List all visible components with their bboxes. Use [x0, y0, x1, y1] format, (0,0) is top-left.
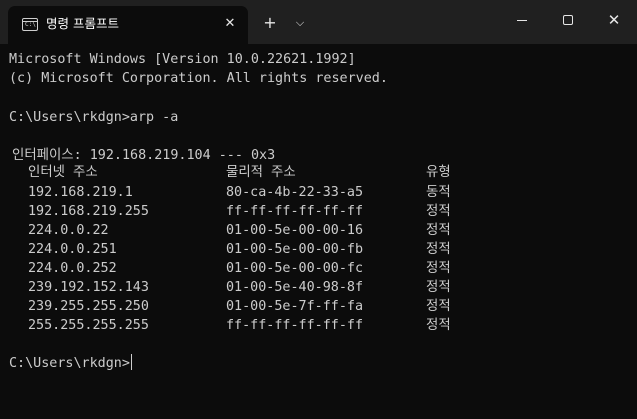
close-icon[interactable]: ✕ [221, 15, 239, 33]
row-type: 정적 [426, 280, 451, 295]
maximize-icon [563, 15, 573, 25]
row-ip: 239.192.152.143 [28, 280, 149, 295]
chevron-down-icon[interactable]: ⌵ [292, 14, 308, 32]
copyright-line: (c) Microsoft Corporation. All rights re… [9, 71, 388, 86]
minimize-button[interactable] [499, 0, 545, 40]
terminal-output[interactable]: Microsoft Windows [Version 10.0.22621.19… [0, 44, 637, 419]
row-mac: 01-00-5e-7f-ff-fa [226, 299, 364, 314]
column-header-mac: 물리적 주소 [226, 165, 296, 180]
column-header-ip: 인터넷 주소 [28, 165, 98, 180]
row-type: 정적 [426, 223, 451, 238]
row-mac: 01-00-5e-00-00-fc [226, 261, 364, 276]
column-header-type: 유형 [426, 165, 451, 180]
tab-command-prompt[interactable]: C:\ 명령 프롬프트 ✕ [8, 6, 248, 44]
window-close-button[interactable]: ✕ [591, 0, 637, 40]
row-mac: 01-00-5e-40-98-8f [226, 280, 364, 295]
close-icon: ✕ [607, 11, 621, 29]
row-ip: 192.168.219.255 [28, 204, 149, 219]
row-type: 동적 [426, 185, 451, 200]
row-mac: 80-ca-4b-22-33-a5 [226, 185, 364, 200]
console-app-icon: C:\ [22, 18, 38, 31]
row-type: 정적 [426, 242, 451, 257]
row-mac: 01-00-5e-00-00-fb [226, 242, 364, 257]
row-ip: 239.255.255.250 [28, 299, 149, 314]
row-mac: 01-00-5e-00-00-16 [226, 223, 364, 238]
row-mac: ff-ff-ff-ff-ff-ff [226, 204, 364, 219]
row-ip: 255.255.255.255 [28, 318, 149, 333]
row-ip: 224.0.0.252 [28, 261, 117, 276]
row-mac: ff-ff-ff-ff-ff-ff [226, 318, 364, 333]
plus-icon[interactable]: + [262, 14, 278, 32]
row-type: 정적 [426, 318, 451, 333]
row-type: 정적 [426, 204, 451, 219]
row-ip: 224.0.0.22 [28, 223, 109, 238]
terminal-window: C:\ 명령 프롬프트 ✕ + ⌵ ✕ Microsoft Windows [V… [0, 0, 637, 419]
row-ip: 224.0.0.251 [28, 242, 117, 257]
version-line: Microsoft Windows [Version 10.0.22621.19… [9, 52, 356, 67]
row-type: 정적 [426, 299, 451, 314]
row-type: 정적 [426, 261, 451, 276]
text-cursor [130, 354, 132, 370]
tab-title: 명령 프롬프트 [46, 16, 119, 31]
maximize-button[interactable] [545, 0, 591, 40]
minimize-icon [517, 20, 527, 21]
row-ip: 192.168.219.1 [28, 185, 133, 200]
console-app-icon-prompt: C:\ [25, 21, 36, 28]
prompt-line[interactable]: C:\Users\rkdgn> [9, 354, 132, 373]
title-bar[interactable]: C:\ 명령 프롬프트 ✕ + ⌵ ✕ [0, 0, 637, 44]
command-line: C:\Users\rkdgn>arp -a [9, 110, 179, 125]
prompt-text: C:\Users\rkdgn> [9, 356, 130, 371]
